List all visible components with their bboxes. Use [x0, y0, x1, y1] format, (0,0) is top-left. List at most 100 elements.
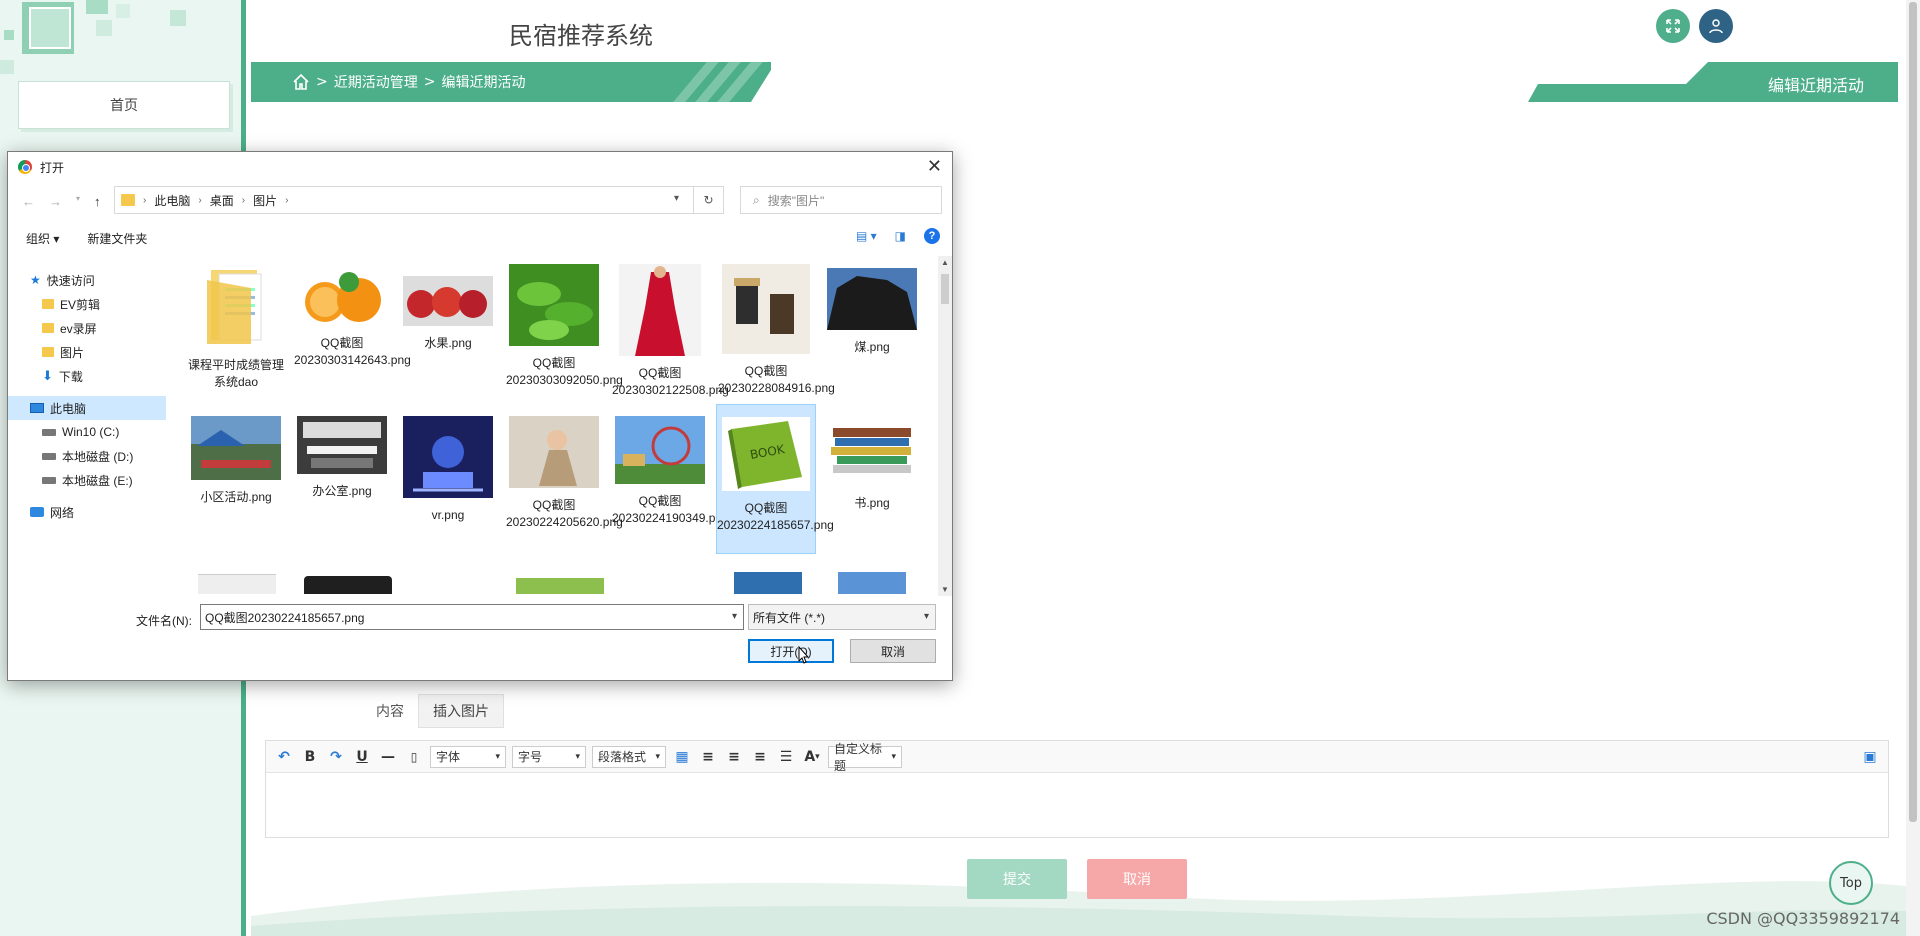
file-item[interactable]: 小区活动.png — [188, 410, 284, 506]
app-title: 民宿推荐系统 — [509, 22, 653, 50]
tree-item-drive-c[interactable]: Win10 (C:) — [8, 420, 166, 444]
file-item[interactable]: QQ截图20230224190349.png — [612, 410, 729, 527]
custom-title-select[interactable]: 自定义标题 ▾ — [828, 742, 902, 773]
content-row: 内容 插入图片 — [376, 694, 504, 728]
user-button[interactable] — [1699, 9, 1733, 43]
tree-item-downloads[interactable]: ⬇ 下载 — [8, 364, 166, 388]
organize-button[interactable]: 组织 ▾ — [26, 230, 59, 247]
font-select[interactable]: 字体 ▾ — [430, 745, 506, 768]
file-item[interactable]: QQ截图20230303092050.png — [506, 258, 623, 389]
star-icon: ★ — [30, 273, 41, 287]
partial-thumbnail — [838, 572, 906, 594]
file-item[interactable]: QQ截图20230303142643.png — [294, 258, 411, 369]
file-item[interactable]: QQ截图20230302122508.png — [612, 258, 729, 399]
file-grid-scrollbar[interactable]: ▲ ▼ — [938, 256, 952, 596]
tea-thumbnail — [509, 264, 599, 346]
open-button[interactable]: 打开(O) — [748, 639, 834, 663]
scroll-down-icon[interactable]: ▼ — [941, 585, 949, 594]
dress-thumbnail — [619, 264, 701, 356]
tree-item-network[interactable]: 网络 — [8, 500, 166, 524]
back-arrow-icon[interactable]: ← — [22, 194, 35, 209]
forward-arrow-icon[interactable]: → — [49, 194, 62, 209]
file-item[interactable]: QQ截图20230224205620.png — [506, 410, 623, 531]
chevron-down-icon[interactable]: ▾ — [674, 193, 679, 204]
tree-item-pictures[interactable]: 图片 — [8, 340, 166, 364]
chevron-down-icon[interactable]: ▾ — [732, 611, 737, 622]
align-left-icon[interactable]: ≡ — [698, 747, 718, 767]
up-arrow-icon[interactable]: ↑ — [94, 194, 101, 209]
view-mode-icon[interactable]: ▤ ▾ — [856, 229, 877, 243]
tree-label: 快速访问 — [46, 273, 95, 288]
scroll-up-icon[interactable]: ▲ — [941, 258, 949, 267]
tree-item-drive-e[interactable]: 本地磁盘 (E:) — [8, 468, 166, 492]
submit-button[interactable]: 提交 — [967, 859, 1067, 899]
source-icon[interactable]: ▣ — [1860, 747, 1880, 767]
align-right-icon[interactable]: ≡ — [750, 747, 770, 767]
file-item[interactable]: 煤.png — [824, 258, 920, 356]
help-icon[interactable]: ? — [924, 228, 940, 244]
sidebar-item-home[interactable]: 首页 — [18, 81, 230, 129]
file-item[interactable]: 水果.png — [400, 258, 496, 352]
filename-value: QQ截图20230224185657.png — [205, 610, 365, 625]
file-item[interactable]: 办公室.png — [294, 410, 390, 500]
justify-icon[interactable]: ☰ — [776, 747, 796, 767]
font-size-select[interactable]: 字号 ▾ — [512, 745, 586, 768]
redo-icon[interactable]: ↷ — [326, 747, 346, 767]
tree-item-ev-record[interactable]: ev录屏 — [8, 316, 166, 340]
file-name: 办公室.png — [312, 484, 372, 498]
search-input[interactable]: ⌕ 搜索"图片" — [740, 186, 942, 214]
tree-label: 网络 — [50, 505, 75, 520]
new-folder-button[interactable]: 新建文件夹 — [87, 230, 147, 247]
align-center-icon[interactable]: ≡ — [724, 747, 744, 767]
fullscreen-button[interactable] — [1656, 9, 1690, 43]
drive-icon — [42, 428, 56, 436]
file-name: 煤.png — [854, 340, 890, 354]
preview-pane-icon[interactable]: ◨ — [895, 229, 906, 243]
page-scrollbar[interactable] — [1906, 0, 1920, 936]
page-tag-label: 编辑近期活动 — [1767, 76, 1864, 95]
back-to-top-button[interactable]: Top — [1829, 861, 1873, 905]
tree-item-ev-clip[interactable]: EV剪辑 — [8, 292, 166, 316]
home-icon[interactable] — [292, 73, 310, 91]
file-item[interactable]: vr.png — [400, 410, 496, 524]
scrollbar-thumb[interactable] — [941, 274, 949, 304]
font-select-label: 字体 — [436, 750, 461, 764]
tree-item-this-pc[interactable]: 此电脑 — [8, 396, 166, 420]
folder-icon — [42, 323, 54, 333]
bold-button[interactable]: B — [300, 747, 320, 767]
download-icon: ⬇ — [42, 368, 53, 383]
recent-dropdown-icon[interactable]: ▾ — [76, 194, 80, 209]
insert-image-button[interactable]: 插入图片 — [418, 694, 504, 728]
undo-icon[interactable]: ↶ — [274, 747, 294, 767]
path-segment[interactable]: 此电脑 — [154, 192, 190, 209]
tree-label: Win10 (C:) — [62, 425, 120, 439]
underline-button[interactable]: U — [352, 747, 372, 767]
filetype-value: 所有文件 (*.*) — [753, 610, 826, 625]
file-item[interactable]: 书.png — [824, 410, 920, 512]
table-icon[interactable]: ▦ — [672, 747, 692, 767]
path-segment[interactable]: 桌面 — [210, 192, 234, 209]
file-item-selected[interactable]: BOOK QQ截图20230224185657.png — [716, 404, 834, 554]
paragraph-format-select[interactable]: 段落格式 ▾ — [592, 745, 666, 768]
path-segment[interactable]: 图片 — [253, 192, 277, 209]
breadcrumb: > 近期活动管理 > 编辑近期活动 — [292, 72, 525, 92]
partial-thumbnail — [734, 572, 802, 594]
filetype-select[interactable]: 所有文件 (*.*) ▾ — [748, 604, 936, 630]
tree-item-quick-access[interactable]: ★ 快速访问 — [8, 268, 166, 292]
dialog-cancel-button[interactable]: 取消 — [850, 639, 936, 663]
filename-input[interactable]: QQ截图20230224185657.png ▾ — [200, 604, 744, 630]
address-bar[interactable]: › 此电脑 › 桌面 › 图片 › ▾ ↻ — [114, 186, 724, 214]
file-item[interactable]: QQ截图20230228084916.png — [718, 258, 835, 397]
font-color-button[interactable]: A ▾ — [802, 747, 822, 767]
breadcrumb-activity-management[interactable]: 近期活动管理 — [334, 72, 418, 92]
page-icon[interactable]: ▯ — [404, 747, 424, 767]
horizontal-rule-icon[interactable]: — — [378, 747, 398, 767]
cancel-button[interactable]: 取消 — [1087, 859, 1187, 899]
close-icon[interactable]: ✕ — [927, 156, 942, 177]
page-scrollbar-thumb[interactable] — [1909, 2, 1917, 822]
refresh-icon[interactable]: ↻ — [693, 187, 723, 213]
file-item[interactable]: 课程平时成绩管理系统dao — [188, 258, 284, 391]
books-thumbnail — [827, 416, 917, 486]
editor-body[interactable] — [266, 773, 1888, 837]
tree-item-drive-d[interactable]: 本地磁盘 (D:) — [8, 444, 166, 468]
